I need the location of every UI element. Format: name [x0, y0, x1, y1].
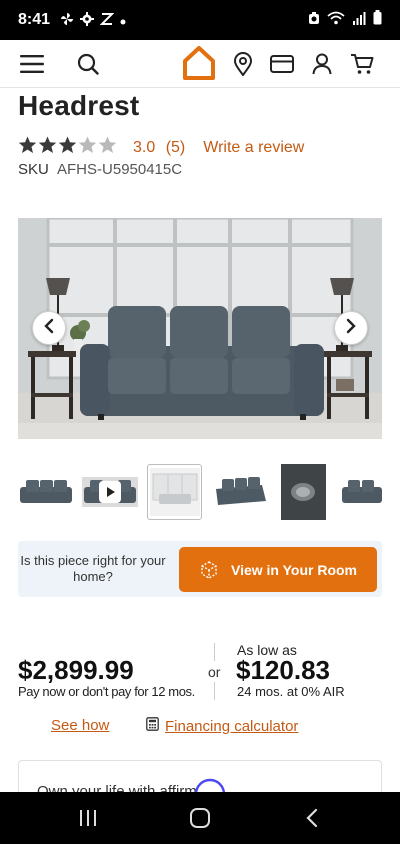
- play-icon: [99, 481, 121, 508]
- star-filled-icon: [38, 136, 57, 159]
- price-divider: [214, 643, 215, 661]
- recents-icon[interactable]: [76, 806, 100, 830]
- see-how-link[interactable]: See how: [51, 717, 109, 734]
- financing-calculator-link[interactable]: Financing calculator: [146, 717, 298, 735]
- status-system-icons: [308, 10, 382, 30]
- dot-icon: [120, 13, 126, 28]
- sku-row: SKU AFHS-U5950415C: [18, 161, 182, 178]
- battery-icon: [373, 10, 382, 30]
- gallery-prev-button[interactable]: [32, 311, 66, 345]
- signal-icon: [352, 11, 366, 30]
- write-review-link[interactable]: Write a review: [203, 139, 304, 157]
- product-title: Headrest: [18, 90, 140, 121]
- sofa-room-photo: [18, 218, 382, 439]
- rating-count: (5): [165, 138, 186, 156]
- product-main-image[interactable]: [18, 218, 382, 439]
- alarm-icon: [308, 11, 320, 30]
- rating-row: 3.0 (5) Write a review: [18, 136, 304, 159]
- or-separator: or: [208, 664, 221, 680]
- price-divider: [214, 682, 215, 700]
- star-rating: [18, 136, 117, 159]
- star-filled-icon: [18, 136, 37, 159]
- chevron-right-icon: [344, 318, 358, 339]
- logo-house-icon[interactable]: [180, 44, 218, 82]
- sku-label: SKU: [18, 161, 49, 178]
- ar-cube-icon: [199, 560, 219, 580]
- thumbnail-video[interactable]: [82, 464, 138, 520]
- star-filled-icon: [58, 136, 77, 159]
- cart-icon[interactable]: [348, 50, 376, 78]
- gallery-thumbnails: [18, 464, 400, 520]
- home-icon[interactable]: [188, 806, 212, 830]
- pinwheel-icon: [60, 12, 74, 29]
- monthly-terms: 24 mos. at 0% AIR: [237, 684, 345, 699]
- card-icon[interactable]: [268, 50, 296, 78]
- chevron-left-icon: [42, 318, 56, 339]
- view-in-room-banner: Is this piece right for your home? View …: [18, 541, 382, 597]
- thumbnail[interactable]: [18, 464, 74, 520]
- thumbnail-selected[interactable]: [147, 464, 202, 520]
- financing-calculator-label: Financing calculator: [165, 717, 299, 735]
- account-icon[interactable]: [308, 50, 336, 78]
- price-terms: Pay now or don't pay for 12 mos.: [18, 684, 195, 699]
- status-bar: 8:41: [0, 0, 400, 40]
- monthly-price: $120.83: [236, 655, 330, 685]
- product-price: $2,899.99: [18, 655, 134, 685]
- thumbnail[interactable]: [212, 464, 268, 520]
- location-icon[interactable]: [229, 50, 257, 78]
- room-question-text: Is this piece right for your home?: [20, 553, 166, 584]
- gallery-next-button[interactable]: [334, 311, 368, 345]
- financing-links: See how Financing calculator: [0, 717, 400, 737]
- calculator-icon: [146, 717, 159, 735]
- site-header: [0, 40, 400, 88]
- rating-score: 3.0: [133, 138, 156, 156]
- search-icon[interactable]: [74, 50, 102, 78]
- thumbnail[interactable]: [340, 464, 382, 520]
- gear-icon: [80, 11, 95, 29]
- menu-icon[interactable]: [18, 50, 46, 78]
- view-in-room-label: View in Your Room: [230, 561, 358, 578]
- back-icon[interactable]: [300, 806, 324, 830]
- thumbnail[interactable]: [281, 464, 326, 520]
- star-empty-icon: [78, 136, 97, 159]
- android-nav-bar: [0, 792, 400, 844]
- rating-value[interactable]: 3.0 (5): [133, 139, 185, 157]
- status-time: 8:41: [18, 11, 51, 28]
- status-notification-icons: [60, 11, 126, 29]
- sku-value: AFHS-U5950415C: [57, 161, 183, 178]
- wifi-icon: [327, 11, 345, 30]
- sync-icon: [99, 12, 115, 29]
- star-empty-icon: [98, 136, 117, 159]
- view-in-your-room-button[interactable]: View in Your Room: [179, 547, 377, 592]
